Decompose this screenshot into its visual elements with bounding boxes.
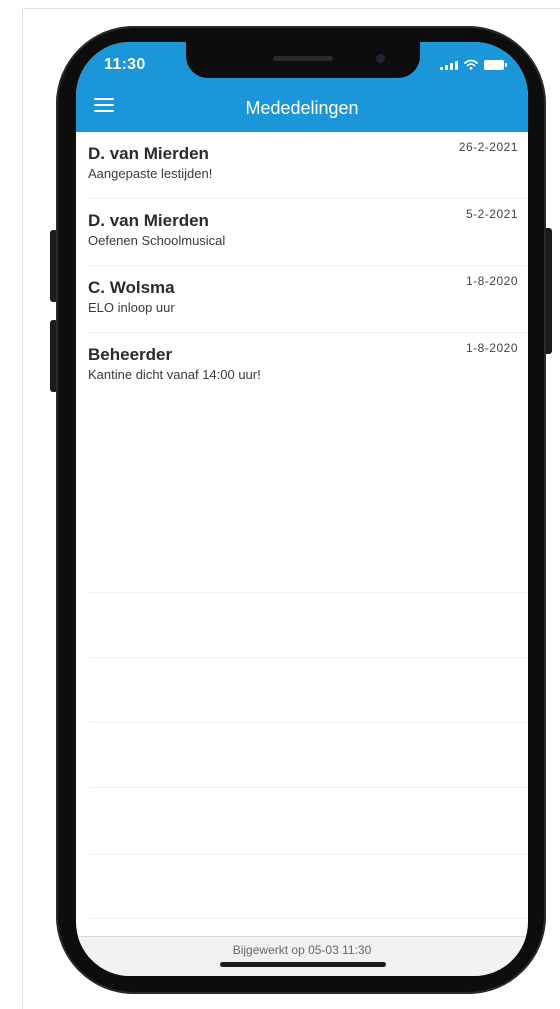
home-indicator[interactable] bbox=[220, 962, 386, 967]
empty-row-divider bbox=[90, 722, 528, 723]
announcement-date: 26-2-2021 bbox=[458, 140, 518, 154]
cellular-signal-icon bbox=[440, 60, 458, 70]
announcement-subject: Aangepaste lestijden! bbox=[88, 166, 213, 181]
announcement-subject: Oefenen Schoolmusical bbox=[88, 233, 226, 248]
battery-icon bbox=[484, 60, 507, 70]
notch bbox=[186, 42, 420, 78]
status-icons bbox=[440, 59, 507, 70]
announcement-sender: C. Wolsma bbox=[88, 278, 175, 297]
announcement-date: 1-8-2020 bbox=[465, 274, 518, 288]
announcement-subject: Kantine dicht vanaf 14:00 uur! bbox=[88, 367, 261, 382]
announcement-date: 1-8-2020 bbox=[465, 341, 518, 355]
announcement-item[interactable]: C. Wolsma ELO inloop uur 1-8-2020 bbox=[88, 266, 528, 333]
announcement-sender: Beheerder bbox=[88, 345, 173, 364]
empty-row-divider bbox=[90, 918, 528, 919]
announcement-item[interactable]: D. van Mierden Aangepaste lestijden! 26-… bbox=[88, 132, 528, 199]
front-camera bbox=[376, 54, 385, 63]
announcement-item[interactable]: D. van Mierden Oefenen Schoolmusical 5-2… bbox=[88, 199, 528, 266]
empty-row-divider bbox=[90, 657, 528, 658]
announcement-item[interactable]: Beheerder Kantine dicht vanaf 14:00 uur!… bbox=[88, 333, 528, 399]
announcement-date: 5-2-2021 bbox=[465, 207, 518, 221]
last-updated-text: Bijgewerkt op 05-03 11:30 bbox=[232, 943, 372, 957]
page-title: Mededelingen bbox=[245, 98, 359, 118]
footer-bar: Bijgewerkt op 05-03 11:30 bbox=[76, 936, 528, 976]
announcement-subject: ELO inloop uur bbox=[88, 300, 175, 315]
wifi-icon bbox=[464, 59, 478, 70]
phone-screen: 11:30 Mededelingen D. van Mierden Aangep… bbox=[76, 42, 528, 976]
announcement-sender: D. van Mierden bbox=[88, 144, 209, 163]
empty-row-divider bbox=[90, 787, 528, 788]
status-time: 11:30 bbox=[104, 56, 146, 73]
announcement-list: D. van Mierden Aangepaste lestijden! 26-… bbox=[76, 132, 528, 399]
empty-row-divider bbox=[90, 854, 528, 855]
announcement-sender: D. van Mierden bbox=[88, 211, 209, 230]
speaker-grille bbox=[273, 56, 333, 61]
empty-row-divider bbox=[90, 592, 528, 593]
